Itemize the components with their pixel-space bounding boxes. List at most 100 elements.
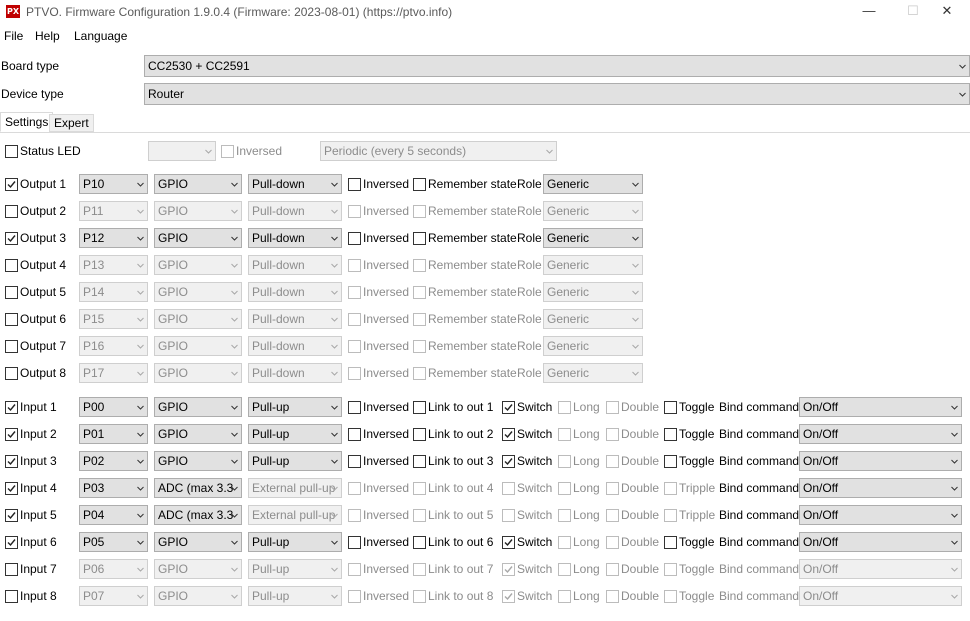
- input-4-link-checkbox[interactable]: [413, 482, 426, 495]
- minimize-button[interactable]: —: [846, 0, 892, 24]
- input-6-checkbox[interactable]: [5, 536, 18, 549]
- input-2-pull-select[interactable]: Pull-up: [248, 424, 342, 444]
- output-8-pull-select[interactable]: Pull-down: [248, 363, 342, 383]
- board-type-select[interactable]: CC2530 + CC2591: [144, 55, 970, 77]
- output-6-role-select[interactable]: Generic: [543, 309, 643, 329]
- input-6-long-checkbox[interactable]: [558, 536, 571, 549]
- input-7-pull-select[interactable]: Pull-up: [248, 559, 342, 579]
- output-2-checkbox[interactable]: [5, 205, 18, 218]
- input-7-long-checkbox[interactable]: [558, 563, 571, 576]
- input-1-link-checkbox[interactable]: [413, 401, 426, 414]
- input-2-link-checkbox[interactable]: [413, 428, 426, 441]
- output-5-remember-checkbox[interactable]: [413, 286, 426, 299]
- input-8-pin-select[interactable]: P07: [79, 586, 148, 606]
- output-4-pull-select[interactable]: Pull-down: [248, 255, 342, 275]
- output-7-pull-select[interactable]: Pull-down: [248, 336, 342, 356]
- input-3-double-checkbox[interactable]: [606, 455, 619, 468]
- input-4-mode-select[interactable]: ADC (max 3.3: [154, 478, 242, 498]
- input-4-switch-checkbox[interactable]: [502, 482, 515, 495]
- input-3-mode-select[interactable]: GPIO: [154, 451, 242, 471]
- tab-expert[interactable]: Expert: [49, 114, 94, 132]
- output-5-pull-select[interactable]: Pull-down: [248, 282, 342, 302]
- output-8-inversed-checkbox[interactable]: [348, 367, 361, 380]
- input-1-mode-select[interactable]: GPIO: [154, 397, 242, 417]
- input-4-inversed-checkbox[interactable]: [348, 482, 361, 495]
- input-2-switch-checkbox[interactable]: [502, 428, 515, 441]
- input-6-mode-select[interactable]: GPIO: [154, 532, 242, 552]
- input-1-long-checkbox[interactable]: [558, 401, 571, 414]
- input-5-pin-select[interactable]: P04: [79, 505, 148, 525]
- input-5-pull-select[interactable]: External pull-up: [248, 505, 342, 525]
- input-4-double-checkbox[interactable]: [606, 482, 619, 495]
- input-2-inversed-checkbox[interactable]: [348, 428, 361, 441]
- input-6-switch-checkbox[interactable]: [502, 536, 515, 549]
- input-2-pin-select[interactable]: P01: [79, 424, 148, 444]
- input-7-mode-select[interactable]: GPIO: [154, 559, 242, 579]
- input-5-mode-select[interactable]: ADC (max 3.3: [154, 505, 242, 525]
- tab-settings[interactable]: Settings: [0, 112, 54, 132]
- output-1-inversed-checkbox[interactable]: [348, 178, 361, 191]
- input-1-bind-select[interactable]: On/Off: [799, 397, 962, 417]
- input-8-checkbox[interactable]: [5, 590, 18, 603]
- input-1-switch-checkbox[interactable]: [502, 401, 515, 414]
- menu-file[interactable]: File: [4, 29, 23, 43]
- output-2-remember-checkbox[interactable]: [413, 205, 426, 218]
- output-3-inversed-checkbox[interactable]: [348, 232, 361, 245]
- output-8-checkbox[interactable]: [5, 367, 18, 380]
- input-5-toggle-checkbox[interactable]: [664, 509, 677, 522]
- status-led-mode-select[interactable]: Periodic (every 5 seconds): [320, 141, 557, 161]
- input-3-pull-select[interactable]: Pull-up: [248, 451, 342, 471]
- output-7-pin-select[interactable]: P16: [79, 336, 148, 356]
- input-4-long-checkbox[interactable]: [558, 482, 571, 495]
- output-6-inversed-checkbox[interactable]: [348, 313, 361, 326]
- output-5-pin-select[interactable]: P14: [79, 282, 148, 302]
- input-7-link-checkbox[interactable]: [413, 563, 426, 576]
- output-5-mode-select[interactable]: GPIO: [154, 282, 242, 302]
- output-3-pull-select[interactable]: Pull-down: [248, 228, 342, 248]
- output-1-pin-select[interactable]: P10: [79, 174, 148, 194]
- input-2-toggle-checkbox[interactable]: [664, 428, 677, 441]
- input-1-pin-select[interactable]: P00: [79, 397, 148, 417]
- input-5-bind-select[interactable]: On/Off: [799, 505, 962, 525]
- input-6-toggle-checkbox[interactable]: [664, 536, 677, 549]
- output-3-checkbox[interactable]: [5, 232, 18, 245]
- output-6-remember-checkbox[interactable]: [413, 313, 426, 326]
- input-8-pull-select[interactable]: Pull-up: [248, 586, 342, 606]
- input-8-bind-select[interactable]: On/Off: [799, 586, 962, 606]
- output-1-mode-select[interactable]: GPIO: [154, 174, 242, 194]
- input-3-toggle-checkbox[interactable]: [664, 455, 677, 468]
- input-5-switch-checkbox[interactable]: [502, 509, 515, 522]
- menu-help[interactable]: Help: [35, 29, 60, 43]
- input-5-checkbox[interactable]: [5, 509, 18, 522]
- output-6-checkbox[interactable]: [5, 313, 18, 326]
- output-7-role-select[interactable]: Generic: [543, 336, 643, 356]
- input-7-switch-checkbox[interactable]: [502, 563, 515, 576]
- input-7-toggle-checkbox[interactable]: [664, 563, 677, 576]
- output-8-remember-checkbox[interactable]: [413, 367, 426, 380]
- output-4-inversed-checkbox[interactable]: [348, 259, 361, 272]
- menu-language[interactable]: Language: [74, 29, 127, 43]
- input-3-pin-select[interactable]: P02: [79, 451, 148, 471]
- output-3-remember-checkbox[interactable]: [413, 232, 426, 245]
- output-6-pull-select[interactable]: Pull-down: [248, 309, 342, 329]
- input-1-inversed-checkbox[interactable]: [348, 401, 361, 414]
- input-8-double-checkbox[interactable]: [606, 590, 619, 603]
- output-1-remember-checkbox[interactable]: [413, 178, 426, 191]
- input-4-checkbox[interactable]: [5, 482, 18, 495]
- input-4-toggle-checkbox[interactable]: [664, 482, 677, 495]
- output-1-pull-select[interactable]: Pull-down: [248, 174, 342, 194]
- input-5-link-checkbox[interactable]: [413, 509, 426, 522]
- input-2-double-checkbox[interactable]: [606, 428, 619, 441]
- output-5-checkbox[interactable]: [5, 286, 18, 299]
- input-2-bind-select[interactable]: On/Off: [799, 424, 962, 444]
- input-5-long-checkbox[interactable]: [558, 509, 571, 522]
- output-2-mode-select[interactable]: GPIO: [154, 201, 242, 221]
- input-7-double-checkbox[interactable]: [606, 563, 619, 576]
- input-6-pull-select[interactable]: Pull-up: [248, 532, 342, 552]
- input-6-pin-select[interactable]: P05: [79, 532, 148, 552]
- output-2-role-select[interactable]: Generic: [543, 201, 643, 221]
- output-5-inversed-checkbox[interactable]: [348, 286, 361, 299]
- output-8-pin-select[interactable]: P17: [79, 363, 148, 383]
- output-7-checkbox[interactable]: [5, 340, 18, 353]
- input-3-long-checkbox[interactable]: [558, 455, 571, 468]
